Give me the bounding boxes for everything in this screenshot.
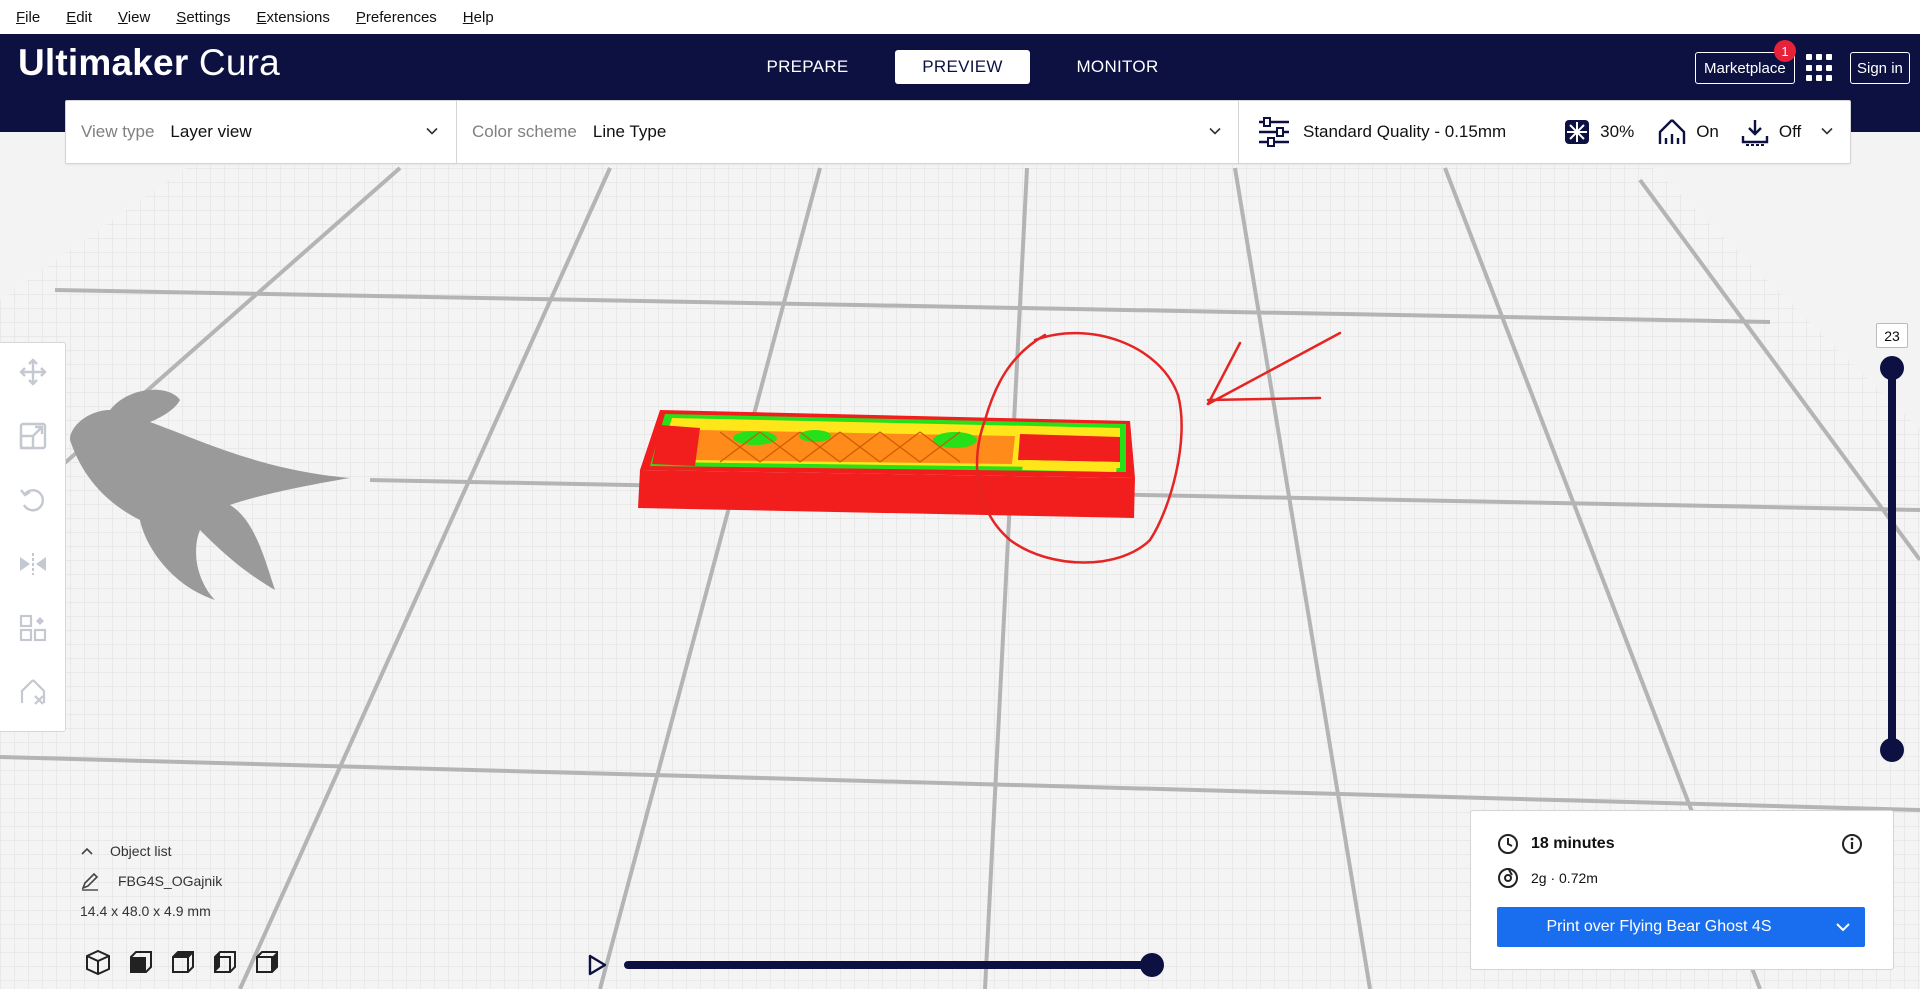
logo-bold-text: Ultimaker [18, 42, 189, 83]
object-list: Object list FBG4S_OGajnik 14.4 x 48.0 x … [80, 836, 222, 926]
view-left-icon[interactable] [210, 948, 238, 976]
per-model-settings-icon[interactable] [18, 613, 48, 643]
object-list-item[interactable]: FBG4S_OGajnik [80, 866, 222, 896]
menu-settings[interactable]: Settings [170, 9, 250, 26]
color-scheme-dropdown[interactable]: Color scheme Line Type [457, 101, 1239, 163]
print-info-panel: 18 minutes 2g · 0.72m Print over Flying … [1470, 810, 1894, 970]
logo-light-text: Cura [198, 42, 280, 83]
view-top-icon[interactable] [168, 948, 196, 976]
tab-preview[interactable]: PREVIEW [895, 50, 1030, 84]
play-icon[interactable] [586, 953, 608, 977]
adhesion-icon [1741, 120, 1769, 146]
menu-preferences[interactable]: Preferences [350, 9, 457, 26]
view-front-icon[interactable] [126, 948, 154, 976]
support-blocker-icon[interactable] [18, 677, 48, 707]
menu-help[interactable]: Help [457, 9, 514, 26]
layer-slider-top-handle[interactable] [1880, 356, 1904, 380]
scale-tool-icon[interactable] [18, 421, 48, 451]
clock-icon [1498, 834, 1518, 854]
filament-spool-icon [1498, 868, 1518, 888]
layer-path-slider-handle[interactable] [1140, 953, 1164, 977]
menu-view[interactable]: View [112, 9, 170, 26]
tool-panel [0, 342, 66, 732]
layer-path-slider-track[interactable] [624, 961, 1154, 969]
view-right-icon[interactable] [252, 948, 280, 976]
print-material: 2g · 0.72m [1497, 867, 1598, 889]
infill-setting: 30% [1564, 119, 1634, 145]
support-setting: On [1658, 118, 1719, 146]
menu-extensions[interactable]: Extensions [251, 9, 350, 26]
support-icon [1658, 119, 1686, 144]
pencil-icon [81, 872, 99, 891]
menu-edit[interactable]: Edit [60, 9, 112, 26]
sign-in-button[interactable]: Sign in [1850, 52, 1910, 84]
adhesion-setting: Off [1741, 118, 1801, 146]
quality-profile: Standard Quality - 0.15mm [1303, 122, 1507, 141]
apps-grid-icon[interactable] [1806, 54, 1834, 82]
object-list-toggle[interactable]: Object list [80, 836, 222, 866]
tab-monitor[interactable]: MONITOR [1050, 50, 1185, 84]
stage-tabs: PREPARE PREVIEW MONITOR [740, 50, 1185, 84]
marketplace-badge: 1 [1774, 40, 1796, 62]
sliders-icon [1259, 117, 1289, 147]
print-over-network-button[interactable]: Print over Flying Bear Ghost 4S [1497, 907, 1865, 947]
chevron-down-icon [1209, 127, 1221, 135]
view-toolbar: View type Layer view Color scheme Line T… [65, 100, 1851, 164]
move-tool-icon[interactable] [18, 357, 48, 387]
layer-slider-bottom-handle[interactable] [1880, 738, 1904, 762]
chevron-down-icon [1836, 923, 1850, 932]
app-logo: Ultimaker Cura [18, 42, 280, 84]
view-type-dropdown[interactable]: View type Layer view [66, 101, 457, 163]
view-3d-icon[interactable] [84, 948, 112, 976]
camera-view-buttons [84, 948, 280, 976]
menu-file[interactable]: File [10, 9, 60, 26]
print-settings-selector[interactable]: Standard Quality - 0.15mm 30% On Off [1239, 101, 1850, 163]
print-options-dropdown[interactable] [1821, 907, 1865, 947]
infill-icon [1565, 120, 1590, 144]
info-icon[interactable] [1841, 833, 1863, 855]
sliced-model [638, 410, 1135, 518]
menu-bar: File Edit View Settings Extensions Prefe… [0, 0, 1920, 34]
chevron-down-icon [1821, 127, 1833, 135]
object-dimensions: 14.4 x 48.0 x 4.9 mm [80, 903, 211, 919]
chevron-down-icon [426, 127, 438, 135]
chevron-up-icon [81, 847, 93, 855]
tab-prepare[interactable]: PREPARE [740, 50, 875, 84]
print-time: 18 minutes [1497, 833, 1615, 855]
mirror-tool-icon[interactable] [18, 549, 48, 579]
layer-number[interactable]: 23 [1876, 323, 1908, 348]
rotate-tool-icon[interactable] [18, 485, 48, 515]
layer-slider-track[interactable] [1888, 366, 1896, 750]
